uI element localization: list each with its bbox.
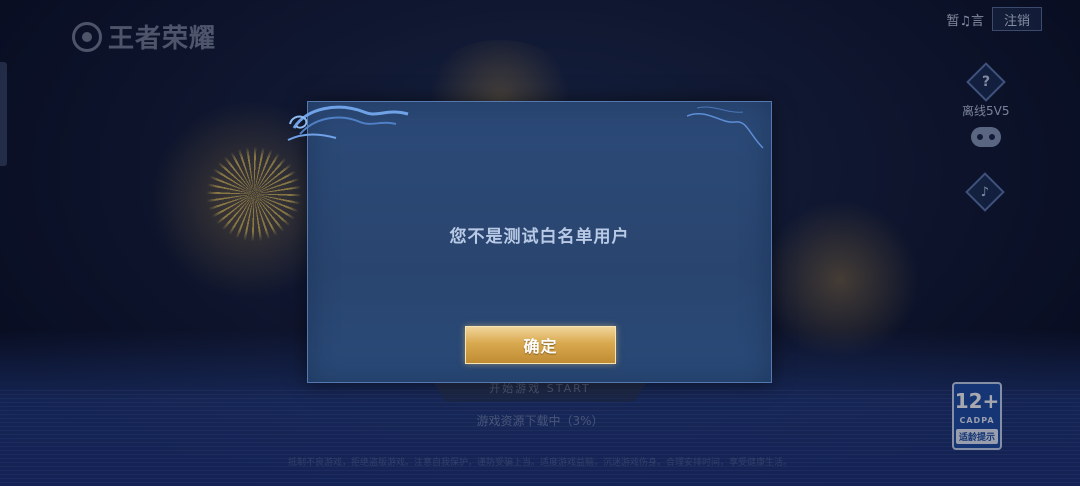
alert-dialog: 您不是测试白名单用户 确定 <box>287 101 772 383</box>
dialog-message: 您不是测试白名单用户 <box>449 227 630 247</box>
confirm-button-label: 确定 <box>523 337 558 356</box>
cloud-ornament-icon <box>287 105 409 141</box>
wave-ornament-icon <box>687 106 764 149</box>
confirm-button[interactable]: 确定 <box>465 326 616 364</box>
